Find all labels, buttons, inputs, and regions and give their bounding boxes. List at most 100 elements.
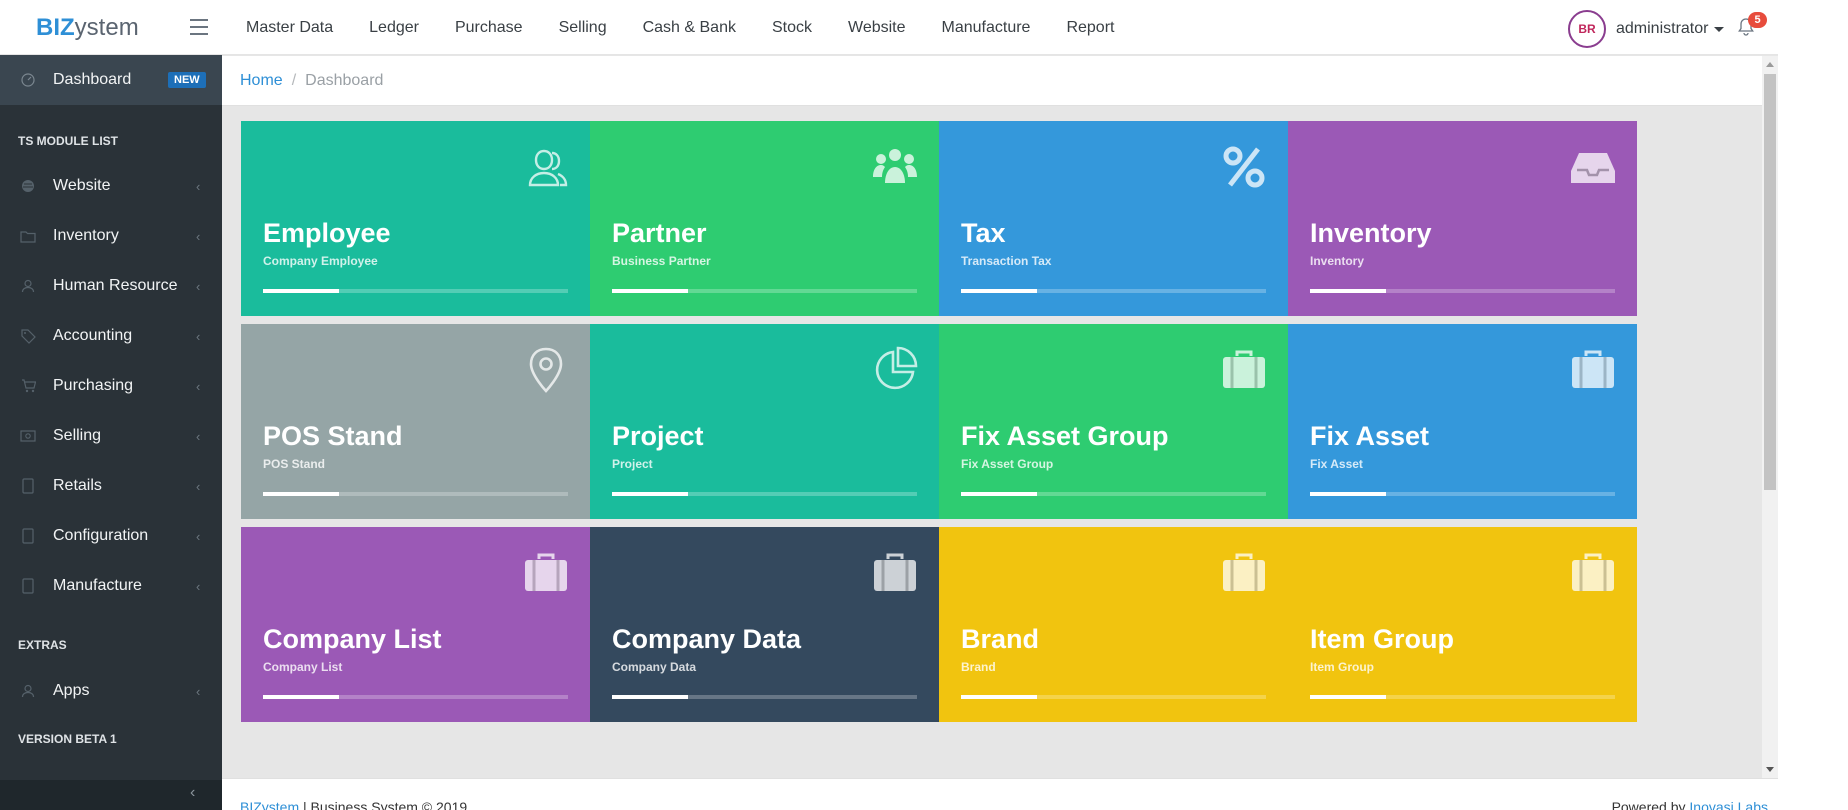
tile-progress-fill <box>961 695 1037 699</box>
topnav-website[interactable]: Website <box>830 19 924 37</box>
tile-title: Fix Asset Group <box>961 421 1169 451</box>
chevron-left-icon: ‹ <box>196 378 201 394</box>
chevron-left-icon: ‹ <box>196 278 201 294</box>
tile-brand[interactable]: Brand Brand <box>939 527 1288 722</box>
sidebar-item-manufacture[interactable]: Manufacture ‹ <box>0 566 222 606</box>
sidebar-item-website[interactable]: Website ‹ <box>0 166 222 206</box>
tile-item-group[interactable]: Item Group Item Group <box>1288 527 1637 722</box>
scroll-up-arrow-icon[interactable] <box>1766 62 1774 67</box>
group-icon <box>871 143 919 191</box>
caret-down-icon <box>1714 26 1725 32</box>
sidebar-item-human-resource[interactable]: Human Resource ‹ <box>0 266 222 306</box>
sidebar-item-purchasing[interactable]: Purchasing ‹ <box>0 366 222 406</box>
tile-title: POS Stand <box>263 421 403 451</box>
tile-fix-asset-group[interactable]: Fix Asset Group Fix Asset Group <box>939 324 1288 519</box>
folder-icon <box>20 229 36 243</box>
collapse-chevron-icon[interactable]: ‹ <box>190 784 195 802</box>
tile-progress-bar <box>612 695 917 699</box>
sidebar-item-apps[interactable]: Apps ‹ <box>0 671 222 711</box>
tile-subtitle: Transaction Tax <box>961 254 1052 268</box>
tile-fix-asset[interactable]: Fix Asset Fix Asset <box>1288 324 1637 519</box>
app-window: BIZ ystem Master Data Ledger Purchase Sel… <box>0 0 1778 810</box>
topnav-purchase[interactable]: Purchase <box>437 19 541 37</box>
cart-icon <box>20 379 36 393</box>
sidebar-item-label: Website <box>53 177 111 194</box>
tile-progress-bar <box>1310 695 1615 699</box>
sidebar: Dashboard NEW TS MODULE LIST Website ‹ I… <box>0 55 222 810</box>
tile-tax[interactable]: Tax Transaction Tax <box>939 121 1288 316</box>
tile-company-data[interactable]: Company Data Company Data <box>590 527 939 722</box>
chevron-left-icon: ‹ <box>196 428 201 444</box>
chevron-left-icon: ‹ <box>196 578 201 594</box>
tile-subtitle: Project <box>612 457 653 471</box>
sidebar-item-label: Retails <box>53 477 102 494</box>
version-label: VERSION BETA 1 <box>18 732 117 746</box>
sidebar-collapse-bar[interactable]: ‹ <box>0 780 222 810</box>
tile-title: Project <box>612 421 704 451</box>
map-pin-icon <box>522 346 570 394</box>
tile-title: Employee <box>263 218 391 248</box>
sidebar-item-configuration[interactable]: Configuration ‹ <box>0 516 222 556</box>
gauge-icon <box>20 73 36 87</box>
sidebar-item-dashboard[interactable]: Dashboard NEW <box>0 55 222 105</box>
topnav-report[interactable]: Report <box>1048 19 1132 37</box>
tile-title: Company Data <box>612 624 802 654</box>
tile-title: Partner <box>612 218 707 248</box>
briefcase-icon <box>1220 549 1268 597</box>
tile-employee[interactable]: Employee Company Employee <box>241 121 590 316</box>
user-menu[interactable]: BR administrator <box>1568 10 1725 48</box>
tile-title: Item Group <box>1310 624 1455 654</box>
sidebar-item-selling[interactable]: Selling ‹ <box>0 416 222 456</box>
sidebar-item-label: Accounting <box>53 327 133 344</box>
tile-subtitle: Company Employee <box>263 254 378 268</box>
tag-icon <box>20 328 36 344</box>
topnav-cash-bank[interactable]: Cash & Bank <box>625 19 754 37</box>
sidebar-item-label: Dashboard <box>53 71 132 88</box>
tile-progress-bar <box>1310 289 1615 293</box>
tile-project[interactable]: Project Project <box>590 324 939 519</box>
tile-subtitle: Business Partner <box>612 254 711 268</box>
topnav-selling[interactable]: Selling <box>541 19 625 37</box>
tile-progress-fill <box>961 289 1037 293</box>
topnav-manufacture[interactable]: Manufacture <box>924 19 1049 37</box>
tile-subtitle: Fix Asset Group <box>961 457 1054 471</box>
hamburger-menu-icon[interactable] <box>190 19 208 35</box>
tile-title: Inventory <box>1310 218 1432 248</box>
tile-progress-bar <box>1310 492 1615 496</box>
tile-subtitle: Company List <box>263 660 343 674</box>
tile-inventory[interactable]: Inventory Inventory <box>1288 121 1637 316</box>
tile-title: Brand <box>961 624 1040 654</box>
scrollbar[interactable] <box>1762 56 1778 778</box>
tile-pos-stand[interactable]: POS Stand POS Stand <box>241 324 590 519</box>
sidebar-item-retails[interactable]: Retails ‹ <box>0 466 222 506</box>
topnav-master-data[interactable]: Master Data <box>228 19 351 37</box>
tile-title: Company List <box>263 624 442 654</box>
chevron-left-icon: ‹ <box>196 683 201 699</box>
sidebar-item-label: Purchasing <box>53 377 134 394</box>
sidebar-item-accounting[interactable]: Accounting ‹ <box>0 316 222 356</box>
tile-company-list[interactable]: Company List Company List <box>241 527 590 722</box>
topnav-stock[interactable]: Stock <box>754 19 830 37</box>
page-footer: BIZystem | Business System © 2019 Powere… <box>222 778 1778 810</box>
tile-progress-bar <box>961 695 1266 699</box>
sidebar-item-label: Configuration <box>53 527 149 544</box>
scroll-down-arrow-icon[interactable] <box>1766 767 1774 772</box>
tile-progress-bar <box>263 695 568 699</box>
user-icon <box>20 684 36 698</box>
breadcrumb-current: Dashboard <box>305 71 384 89</box>
footer-brand-link[interactable]: BIZystem <box>240 799 299 810</box>
breadcrumb-home-link[interactable]: Home <box>240 72 283 90</box>
tile-partner[interactable]: Partner Business Partner <box>590 121 939 316</box>
module-list-heading: TS MODULE LIST <box>18 134 118 148</box>
scroll-thumb[interactable] <box>1764 74 1776 490</box>
extras-heading: EXTRAS <box>18 638 67 652</box>
footer-vendor-link[interactable]: Inovasi Labs <box>1689 799 1768 810</box>
sidebar-item-inventory[interactable]: Inventory ‹ <box>0 216 222 256</box>
topnav-ledger[interactable]: Ledger <box>351 19 437 37</box>
brand-logo[interactable]: BIZ ystem <box>0 0 222 55</box>
briefcase-icon <box>871 549 919 597</box>
chevron-left-icon: ‹ <box>196 528 201 544</box>
brand-part1: BIZ <box>36 13 75 41</box>
tile-subtitle: Item Group <box>1310 660 1375 674</box>
tile-progress-fill <box>1310 289 1386 293</box>
